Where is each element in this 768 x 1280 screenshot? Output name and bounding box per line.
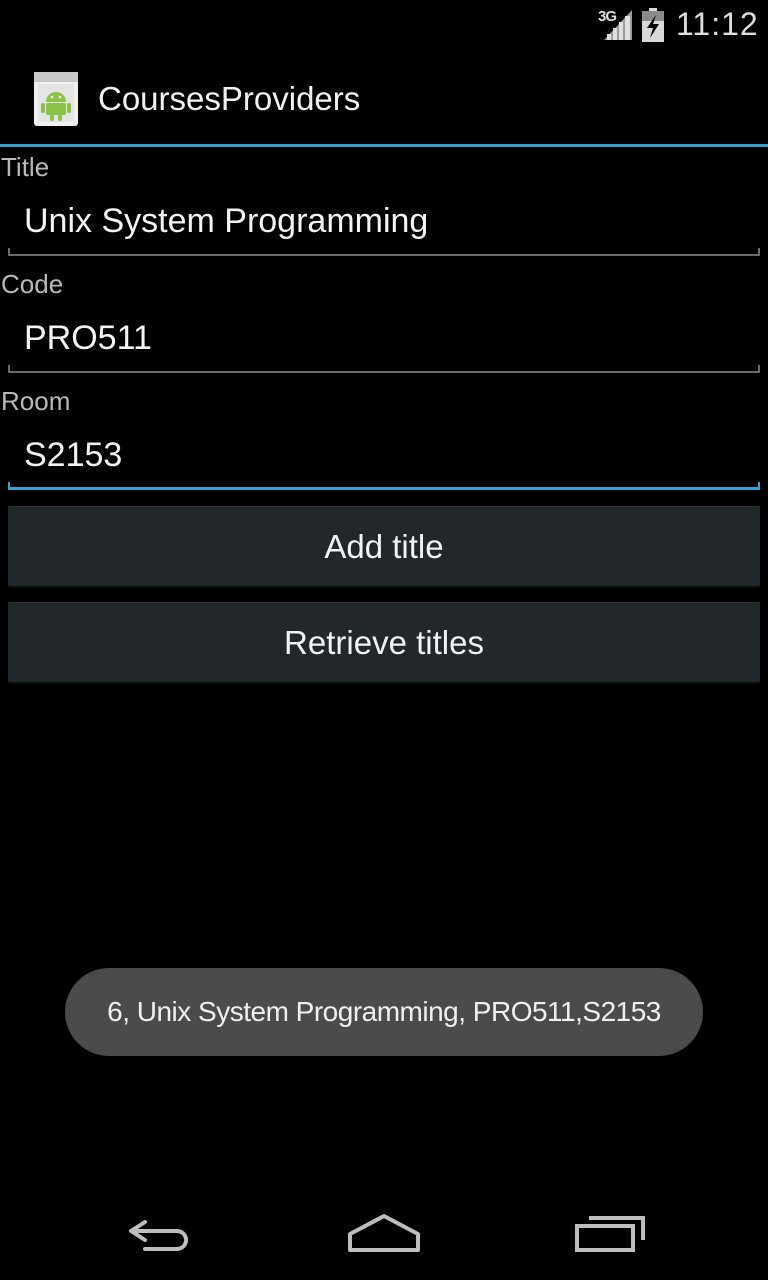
back-icon[interactable] — [115, 1204, 205, 1260]
status-bar: 3G 11:12 — [0, 0, 768, 50]
add-title-button[interactable]: Add title — [8, 506, 760, 586]
toast-message: 6, Unix System Programming, PRO511,S2153 — [65, 968, 703, 1056]
network-type-label: 3G — [598, 8, 617, 25]
room-label: Room — [1, 386, 71, 416]
title-underline — [8, 248, 760, 256]
code-underline — [8, 365, 760, 373]
code-field[interactable] — [8, 307, 760, 373]
home-icon[interactable] — [339, 1204, 429, 1260]
room-field[interactable] — [8, 424, 760, 490]
title-label: Title — [1, 152, 50, 182]
status-time: 11:12 — [676, 6, 759, 42]
code-input[interactable] — [8, 307, 760, 369]
title-field[interactable] — [8, 190, 760, 256]
title-input[interactable] — [8, 190, 760, 252]
navigation-bar — [0, 1184, 768, 1280]
app-title: CoursesProviders — [98, 80, 361, 117]
screen: 3G 11:12 CoursesProviders Title Unix Sys… — [0, 0, 768, 1280]
room-input[interactable] — [8, 424, 760, 486]
code-label: Code — [1, 269, 64, 299]
battery-charging-icon — [642, 8, 664, 42]
action-bar: CoursesProviders — [0, 50, 768, 147]
room-underline-focused — [8, 482, 760, 490]
retrieve-titles-button[interactable]: Retrieve titles — [8, 602, 760, 682]
recents-icon[interactable] — [565, 1204, 655, 1260]
android-icon — [34, 72, 78, 126]
